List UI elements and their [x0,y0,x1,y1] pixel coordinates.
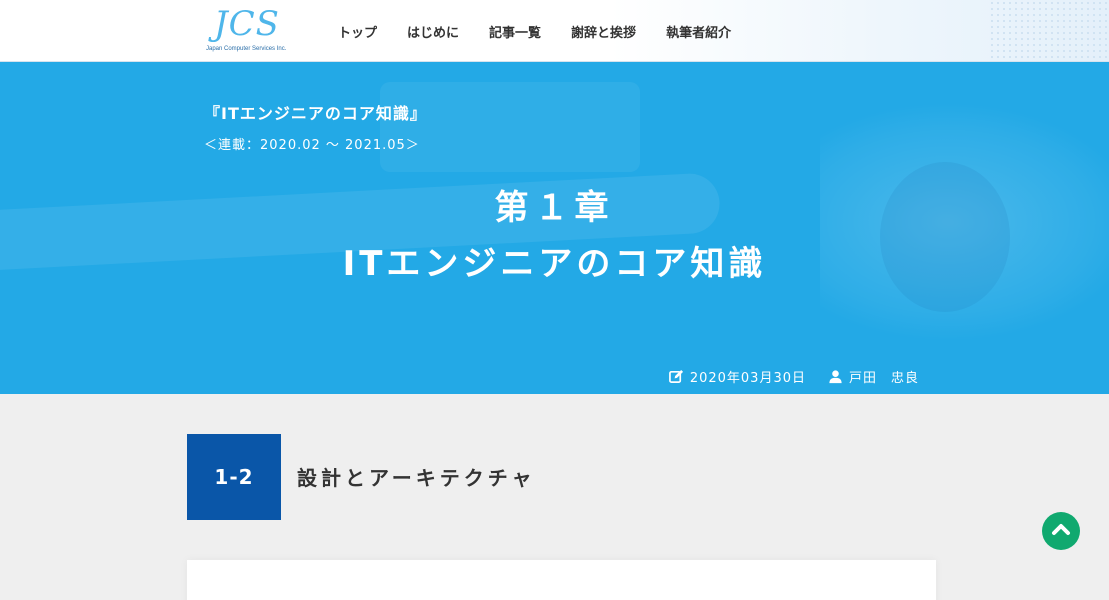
nav-item-intro[interactable]: はじめに [407,22,459,41]
user-icon [828,369,843,384]
back-to-top-button[interactable] [1042,512,1080,550]
publish-date: 2020年03月30日 [689,370,806,386]
nav-item-top[interactable]: トップ [338,22,377,41]
article-content-card [187,560,936,600]
site-header: JCS Japan Computer Services Inc. トップ はじめ… [0,0,1109,62]
nav-item-authors[interactable]: 執筆者紹介 [666,22,731,41]
logo-text: JCS [214,4,280,44]
hero-banner: 『ITエンジニアのコア知識』 ＜連載：2020.02 〜 2021.05＞ 第１… [0,62,1109,394]
logo-subtitle: Japan Computer Services Inc. [206,46,287,52]
series-title: 『ITエンジニアのコア知識』 [204,104,427,123]
site-logo[interactable]: JCS Japan Computer Services Inc. [204,4,294,56]
series-period: ＜連載：2020.02 〜 2021.05＞ [204,138,420,153]
chapter-title: ITエンジニアのコア知識 [342,244,767,284]
main-nav: トップ はじめに 記事一覧 謝辞と挨拶 執筆者紹介 [338,0,761,62]
chevron-up-icon [1050,518,1072,544]
author-name[interactable]: 戸田 忠良 [849,367,919,386]
section-title: 設計とアーキテクチャ [297,466,536,490]
header-decoration [989,0,1109,62]
article-meta: 2020年03月30日 戸田 忠良 [668,366,919,386]
section-number: 1-2 [187,434,281,520]
chapter-label: 第１章 [494,188,615,228]
nav-item-articles[interactable]: 記事一覧 [489,22,541,41]
hero-decoration [380,82,640,172]
nav-item-acknowledgements[interactable]: 謝辞と挨拶 [571,22,636,41]
edit-icon [668,369,684,384]
